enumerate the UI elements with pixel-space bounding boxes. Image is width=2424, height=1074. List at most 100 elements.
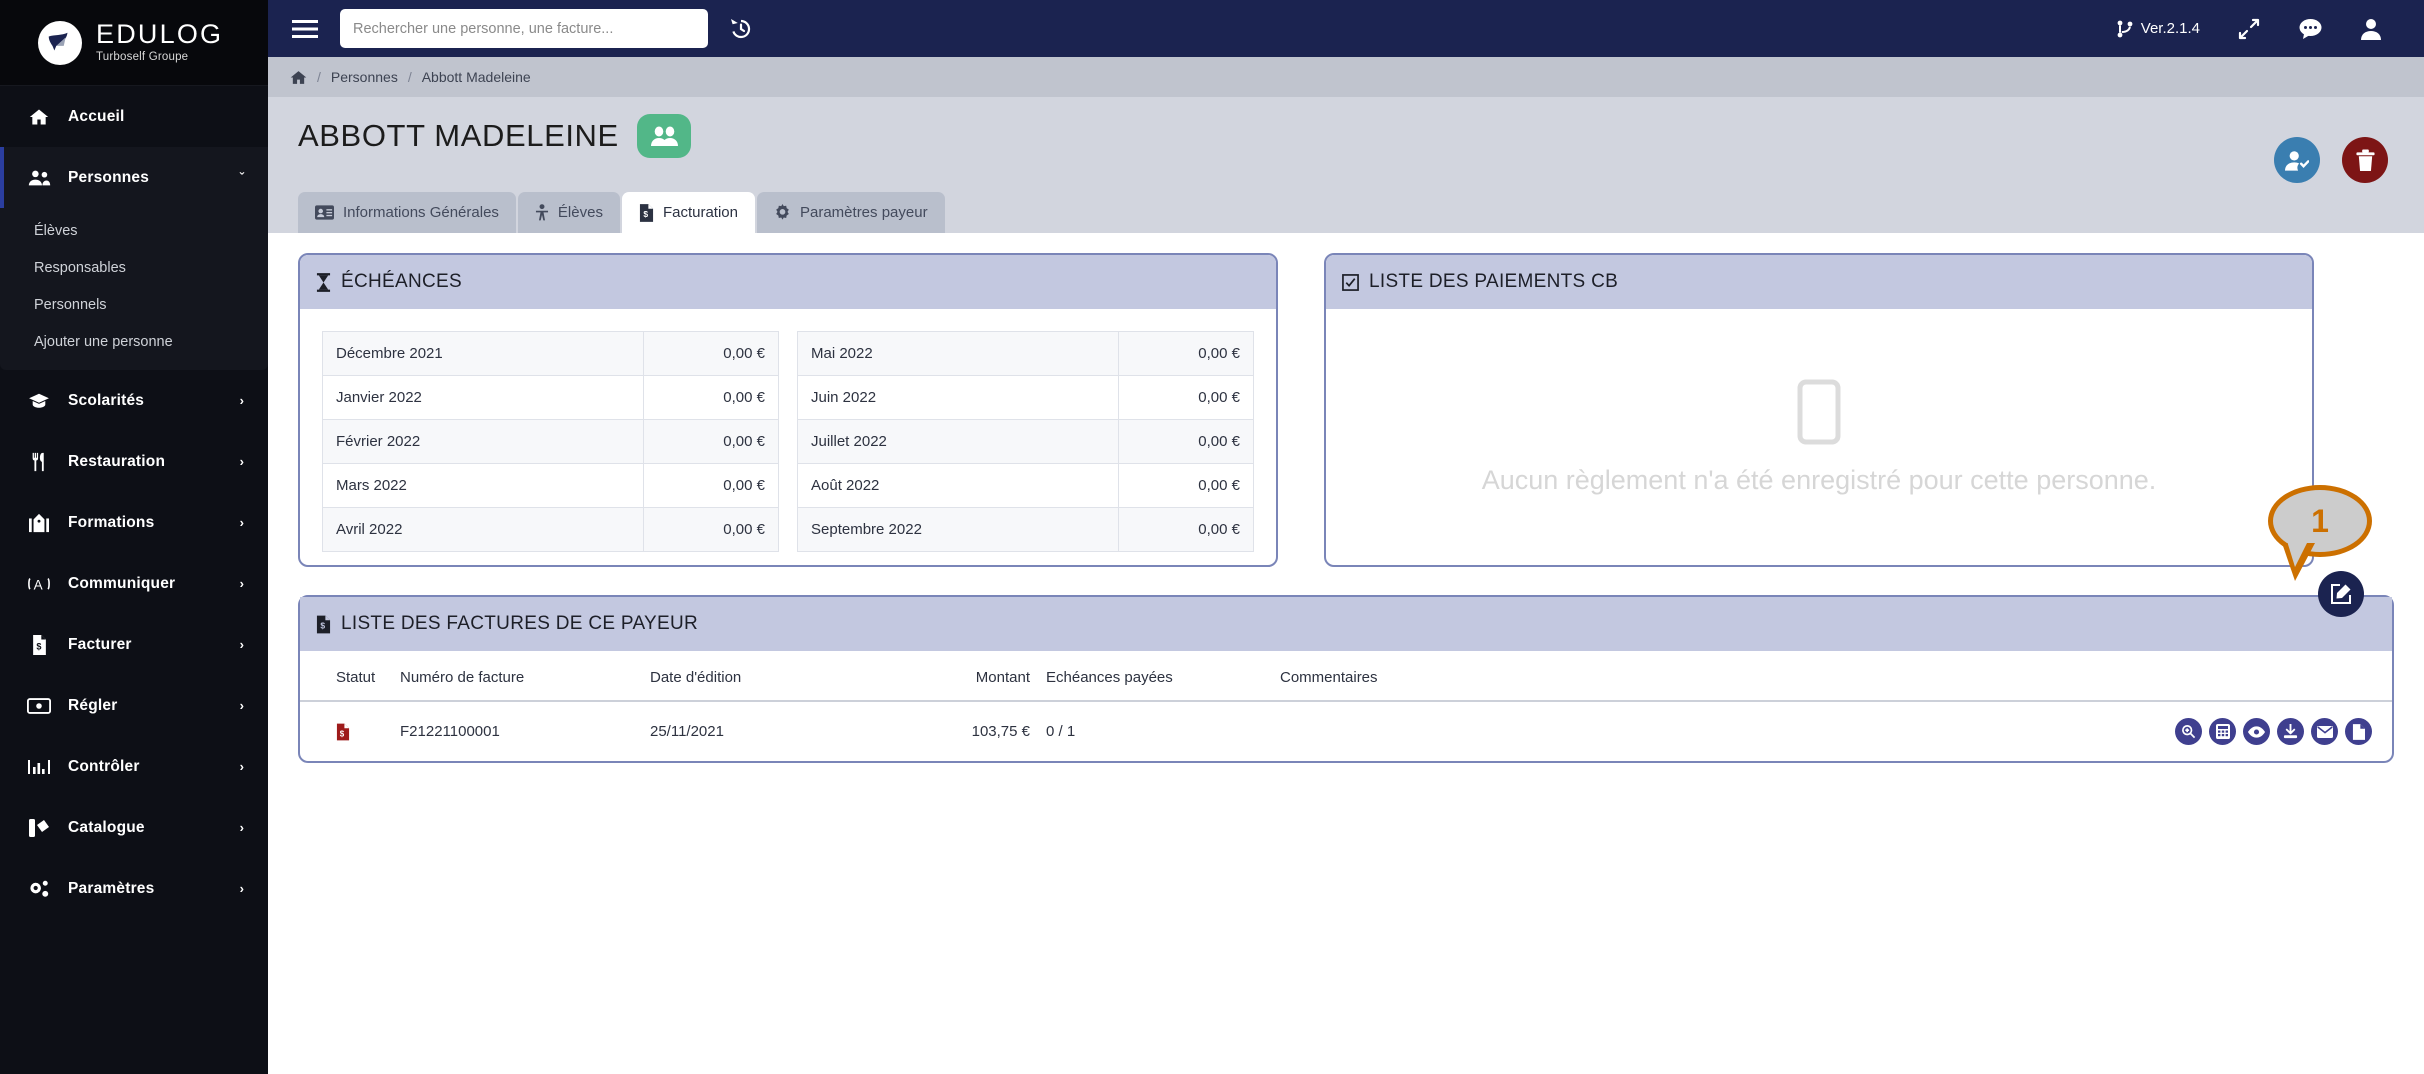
month-amount: 0,00 €: [643, 463, 779, 508]
search-box[interactable]: [340, 9, 708, 48]
version-indicator[interactable]: Ver.2.1.4: [2097, 19, 2219, 39]
chevron-right-icon: ›: [239, 820, 244, 835]
chevron-right-icon: ›: [239, 637, 244, 652]
month-label: Juillet 2022: [797, 419, 1119, 464]
month-label: Janvier 2022: [322, 375, 644, 420]
brand-logo-block[interactable]: EDULOG Turboself Groupe: [0, 0, 268, 86]
tab-informations-generales[interactable]: Informations Générales: [298, 192, 516, 233]
users-group-icon: [636, 114, 691, 158]
child-icon: [535, 204, 549, 221]
sidebar-item-catalogue[interactable]: Catalogue ›: [0, 797, 268, 858]
chevron-right-icon: ›: [239, 698, 244, 713]
sidebar-item-restauration[interactable]: Restauration ›: [0, 431, 268, 492]
sidebar-item-label: Personnes: [68, 168, 150, 186]
graduation-cap-icon: [22, 392, 56, 410]
tab-label: Facturation: [662, 204, 738, 221]
sidebar-subitem-label: Élèves: [34, 222, 78, 239]
invoices-table: Statut Numéro de facture Date d'édition …: [300, 651, 2392, 761]
brand-name: EDULOG: [96, 19, 224, 50]
month-label: Février 2022: [322, 419, 644, 464]
sidebar-item-label: Régler: [68, 696, 118, 714]
add-person-button[interactable]: [2274, 137, 2320, 183]
sidebar-item-communiquer[interactable]: A Communiquer ›: [0, 553, 268, 614]
hourglass-icon: [316, 272, 331, 292]
echeances-table-right: Mai 2022 0,00 € Juin 2022 0,00 € Juillet 2…: [797, 331, 1254, 552]
version-label: Ver.2.1.4: [2140, 20, 2200, 37]
paiements-cb-empty-state: Aucun règlement n'a été enregistré pour …: [1326, 309, 2312, 565]
table-row[interactable]: $ F21221100001 25/11/2021 103,75 € 0 / 1: [300, 701, 2392, 761]
paiements-cb-panel-title: LISTE DES PAIEMENTS CB: [1369, 271, 1619, 292]
search-input[interactable]: [340, 9, 708, 48]
month-label: Juin 2022: [797, 375, 1119, 420]
school-building-icon: [22, 513, 56, 533]
sidebar-subitem-responsables[interactable]: Responsables: [0, 249, 268, 286]
sidebar-subitem-eleves[interactable]: Élèves: [0, 212, 268, 249]
sidebar-item-formations[interactable]: Formations ›: [0, 492, 268, 553]
sidebar-item-regler[interactable]: Régler ›: [0, 675, 268, 736]
invoice-amount: 103,75 €: [971, 723, 1030, 740]
tab-facturation[interactable]: $ Facturation: [621, 192, 755, 233]
table-row: Mars 2022 0,00 €: [322, 463, 779, 508]
download-icon[interactable]: [2277, 718, 2304, 745]
month-label: Décembre 2021: [322, 331, 644, 376]
chevron-down-icon: ˇ: [239, 170, 244, 185]
sidebar-item-controler[interactable]: Contrôler ›: [0, 736, 268, 797]
column-header-montant: Montant: [900, 651, 1030, 702]
tab-label: Informations Générales: [343, 204, 499, 221]
echeances-panel: ÉCHÉANCES Décembre 2021 0,00 € Janvier 20…: [298, 253, 1278, 567]
sidebar-subitem-ajouter-une-personne[interactable]: Ajouter une personne: [0, 323, 268, 360]
sidebar: EDULOG Turboself Groupe Accueil Personne…: [0, 0, 268, 1074]
email-icon[interactable]: [2311, 718, 2338, 745]
chat-bubble-icon[interactable]: [2279, 18, 2342, 40]
svg-text:$: $: [36, 641, 41, 651]
gear-icon: [774, 204, 791, 221]
breadcrumb-separator: /: [317, 69, 321, 85]
column-header-echeances-payees: Echéances payées: [1030, 651, 1280, 702]
echeances-panel-header: ÉCHÉANCES: [300, 255, 1276, 309]
month-amount: 0,00 €: [643, 331, 779, 376]
table-header-row: Statut Numéro de facture Date d'édition …: [300, 651, 2392, 702]
duplicate-file-icon[interactable]: [2345, 718, 2372, 745]
chevron-right-icon: ›: [239, 454, 244, 469]
swatchbook-icon: [22, 818, 56, 838]
factures-panel-header: $ LISTE DES FACTURES DE CE PAYEUR: [300, 597, 2392, 651]
sidebar-item-personnes[interactable]: Personnes ˇ: [0, 147, 268, 208]
sidebar-item-facturer[interactable]: $ Facturer ›: [0, 614, 268, 675]
home-icon: [22, 107, 56, 127]
expand-arrows-icon[interactable]: [2219, 18, 2279, 40]
tab-eleves[interactable]: Élèves: [517, 192, 620, 233]
zoom-invoice-icon[interactable]: [2175, 718, 2202, 745]
callout-marker-1: 1: [2268, 485, 2372, 581]
breadcrumb-item-personnes[interactable]: Personnes: [331, 69, 398, 85]
sidebar-item-accueil[interactable]: Accueil: [0, 86, 268, 147]
bird-logo-icon: [38, 20, 82, 65]
breadcrumb-separator: /: [407, 69, 412, 85]
sidebar-subitem-label: Personnels: [34, 296, 107, 313]
invoice-red-icon[interactable]: $: [336, 723, 400, 741]
topbar: Ver.2.1.4: [268, 0, 2424, 57]
sidebar-subitem-personnels[interactable]: Personnels: [0, 286, 268, 323]
invoice-icon: $: [316, 615, 331, 634]
tab-label: Paramètres payeur: [800, 204, 928, 221]
utensils-icon: [22, 452, 56, 472]
tab-parametres-payeur[interactable]: Paramètres payeur: [757, 192, 945, 233]
breadcrumb-item-current[interactable]: Abbott Madeleine: [422, 69, 531, 85]
sidebar-item-parametres[interactable]: Paramètres ›: [0, 858, 268, 919]
sidebar-item-scolarites[interactable]: Scolarités ›: [0, 370, 268, 431]
money-bill-icon: [22, 697, 56, 714]
delete-person-button[interactable]: [2342, 137, 2388, 183]
tab-label: Élèves: [557, 204, 603, 221]
user-icon[interactable]: [2342, 18, 2400, 40]
code-branch-icon: [2116, 19, 2134, 39]
history-clock-icon[interactable]: [728, 16, 754, 42]
calculator-icon[interactable]: [2209, 718, 2236, 745]
chevron-right-icon: ›: [239, 881, 244, 896]
month-amount: 0,00 €: [1118, 375, 1254, 420]
invoice-comment: [1280, 701, 2132, 761]
paiements-cb-panel-header: LISTE DES PAIEMENTS CB: [1326, 255, 2312, 309]
edit-invoices-button[interactable]: [2318, 571, 2364, 617]
home-icon[interactable]: [290, 69, 307, 86]
eye-view-icon[interactable]: [2243, 718, 2270, 745]
table-row: Mai 2022 0,00 €: [797, 331, 1254, 376]
hamburger-icon[interactable]: [292, 19, 318, 39]
